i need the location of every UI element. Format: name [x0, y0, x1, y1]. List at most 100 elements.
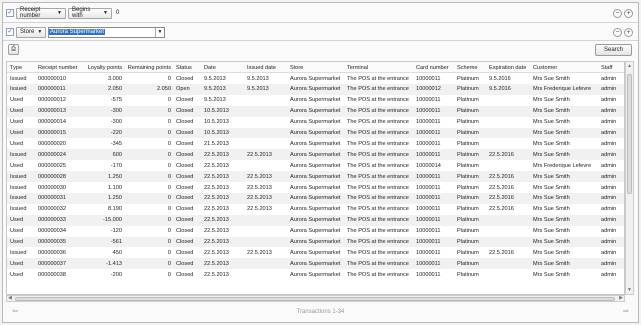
- column-header-customer[interactable]: Customer: [533, 65, 600, 71]
- table-row[interactable]: Issued 000000031 1.250 0 Closed 22.5.2013 22.5…: [7, 192, 624, 204]
- cell-loyalty-points: -170: [110, 162, 122, 169]
- search-button[interactable]: Search: [595, 44, 632, 56]
- cell-loyalty-points: 2.050: [108, 86, 122, 93]
- column-header-expiration-date[interactable]: Expiration date: [489, 65, 532, 71]
- filter-value-input[interactable]: 0: [114, 10, 119, 16]
- cell-card-number: 10000011: [416, 217, 441, 224]
- table-row[interactable]: Used 000000037 -1.413 0 Closed 22.5.2013 Auror…: [7, 258, 624, 270]
- table-row[interactable]: Issued 000000024 600 0 Closed 22.5.2013 22.5.2…: [7, 149, 624, 161]
- table-row[interactable]: Issued 000000028 1.250 0 Closed 22.5.2013 22.5…: [7, 171, 624, 182]
- cell-card-number: 10000014: [416, 162, 441, 169]
- cell-loyalty-points: -15.000: [103, 217, 122, 224]
- column-header-remaining-points[interactable]: Remaining points: [123, 65, 171, 71]
- cell-type: Used: [10, 260, 24, 267]
- cell-card-number: 10000011: [416, 195, 441, 202]
- filter-enable-checkbox[interactable]: ✓: [6, 28, 14, 36]
- column-header-card-number[interactable]: Card number: [416, 65, 456, 71]
- cell-scheme: Platinum: [457, 108, 479, 115]
- filter-field-dropdown[interactable]: Store ▼: [16, 26, 46, 38]
- filter-row-receipt: ✓ Receipt number ▼ Begins with ▼ 0: [6, 7, 119, 19]
- divider: [3, 40, 638, 41]
- cell-date: 21.5.2013: [204, 140, 229, 147]
- scroll-left-icon[interactable]: ◀: [8, 295, 12, 301]
- table-row[interactable]: Used 000000015 -220 0 Closed 10.5.2013 Aurora …: [7, 127, 624, 139]
- minus-circle-icon[interactable]: −: [613, 9, 622, 18]
- cell-staff: admin: [601, 151, 617, 158]
- table-row[interactable]: Used 000000033 -15.000 0 Closed 22.5.2013 Auro…: [7, 214, 624, 226]
- table-row[interactable]: Used 000000014 -300 0 Closed 10.5.2013 Aurora …: [7, 117, 624, 128]
- table-row[interactable]: Issued 000000036 450 0 Closed 22.5.2013 22.5.2…: [7, 247, 624, 258]
- scroll-thumb[interactable]: [15, 297, 615, 301]
- cell-issued-date: 22.5.2013: [247, 249, 272, 256]
- table-row[interactable]: Used 000000013 -300 0 Closed 10.5.2013 Aurora …: [7, 105, 624, 117]
- table-row[interactable]: Used 000000012 -575 0 Closed 9.5.2013 Aurora S…: [7, 95, 624, 106]
- table-row[interactable]: Used 000000038 -200 0 Closed 22.5.2013 Aurora …: [7, 269, 624, 280]
- cell-issued-date: 9.5.2013: [247, 86, 269, 93]
- store-combobox[interactable]: Aurora Supermarket ▼: [48, 26, 165, 38]
- column-header-issued-date[interactable]: Issued date: [247, 65, 289, 71]
- cell-date: 22.5.2013: [204, 206, 229, 213]
- scroll-down-icon[interactable]: ▼: [626, 286, 633, 294]
- scroll-thumb[interactable]: [627, 74, 632, 194]
- vertical-scrollbar[interactable]: ▲ ▼: [625, 61, 634, 295]
- cell-customer: Mrs Sue Smith: [533, 206, 570, 213]
- window: ✓ Receipt number ▼ Begins with ▼ 0 − + ✓…: [2, 2, 639, 323]
- column-header-scheme[interactable]: Scheme: [457, 65, 488, 71]
- column-header-staff[interactable]: Staff: [601, 65, 624, 71]
- arrow-right-icon[interactable]: ⇨: [620, 308, 632, 316]
- cell-card-number: 10000011: [416, 151, 441, 158]
- column-header-type[interactable]: Type: [10, 65, 37, 71]
- cell-type: Used: [10, 130, 24, 136]
- chevron-down-icon[interactable]: ▼: [155, 27, 164, 37]
- table-row[interactable]: Issued 000000011 2.050 2.050 Open 9.5.2013 9.5…: [7, 83, 624, 95]
- filter-operator-dropdown[interactable]: Begins with ▼: [68, 7, 112, 19]
- cell-expiration-date: 22.5.2016: [489, 184, 514, 191]
- cell-store: Aurora Supermarket: [290, 184, 341, 191]
- cell-scheme: Platinum: [457, 86, 479, 93]
- table-row[interactable]: Used 000000035 -561 0 Closed 22.5.2013 Aurora …: [7, 236, 624, 248]
- cell-receipt-number: 000000013: [38, 108, 66, 115]
- cell-staff: admin: [601, 130, 617, 136]
- minus-circle-icon[interactable]: −: [613, 28, 622, 37]
- cell-remaining-points: 0: [167, 206, 171, 213]
- filter-field-dropdown[interactable]: Receipt number ▼: [16, 7, 66, 19]
- filter-enable-checkbox[interactable]: ✓: [6, 9, 14, 17]
- column-header-store[interactable]: Store: [290, 65, 346, 71]
- cell-remaining-points: 0: [167, 195, 171, 202]
- printer-icon[interactable]: ⎙: [8, 44, 19, 55]
- cell-customer: Mrs Sue Smith: [533, 228, 570, 235]
- cell-staff: admin: [601, 260, 617, 267]
- cell-type: Issued: [10, 86, 27, 93]
- cell-type: Used: [10, 140, 24, 147]
- cell-date: 22.5.2013: [204, 260, 229, 267]
- cell-terminal: The POS at the entrance: [347, 195, 409, 202]
- table-row[interactable]: Issued 000000030 1.100 0 Closed 22.5.2013 22.5…: [7, 182, 624, 193]
- cell-date: 22.5.2013: [204, 162, 229, 169]
- cell-receipt-number: 000000011: [38, 86, 66, 93]
- plus-circle-icon[interactable]: +: [624, 9, 633, 18]
- column-header-status[interactable]: Status: [176, 65, 203, 71]
- column-header-terminal[interactable]: Terminal: [347, 65, 415, 71]
- table-row[interactable]: Issued 000000010 3.000 0 Closed 9.5.2013 9.5.2…: [7, 73, 624, 84]
- column-header-receipt-number[interactable]: Receipt number: [38, 65, 85, 71]
- plus-circle-icon[interactable]: +: [624, 28, 633, 37]
- scroll-up-icon[interactable]: ▲: [626, 62, 633, 70]
- column-header-date[interactable]: Date: [204, 65, 246, 71]
- table-row[interactable]: Used 000000020 -345 0 Closed 21.5.2013 Aurora …: [7, 138, 624, 149]
- cell-date: 22.5.2013: [204, 151, 229, 158]
- table-row[interactable]: Used 000000034 -120 0 Closed 22.5.2013 Aurora …: [7, 226, 624, 237]
- cell-issued-date: 22.5.2013: [247, 195, 272, 202]
- cell-scheme: Platinum: [457, 97, 479, 104]
- table-row[interactable]: Used 000000025 -170 0 Closed 22.5.2013 Aurora …: [7, 160, 624, 171]
- divider: [3, 22, 638, 23]
- cell-issued-date: 22.5.2013: [247, 184, 272, 191]
- cell-card-number: 10000011: [416, 130, 441, 136]
- horizontal-scrollbar[interactable]: ◀ ▶: [6, 295, 625, 302]
- scroll-right-icon[interactable]: ▶: [619, 295, 623, 301]
- cell-loyalty-points: 3.000: [108, 75, 122, 82]
- cell-scheme: Platinum: [457, 239, 479, 245]
- cell-card-number: 10000011: [416, 108, 441, 115]
- cell-date: 10.5.2013: [204, 108, 229, 115]
- table-row[interactable]: Issued 000000032 8.190 0 Closed 22.5.2013 22.5…: [7, 204, 624, 215]
- column-header-loyalty-points[interactable]: Loyalty points: [86, 65, 122, 71]
